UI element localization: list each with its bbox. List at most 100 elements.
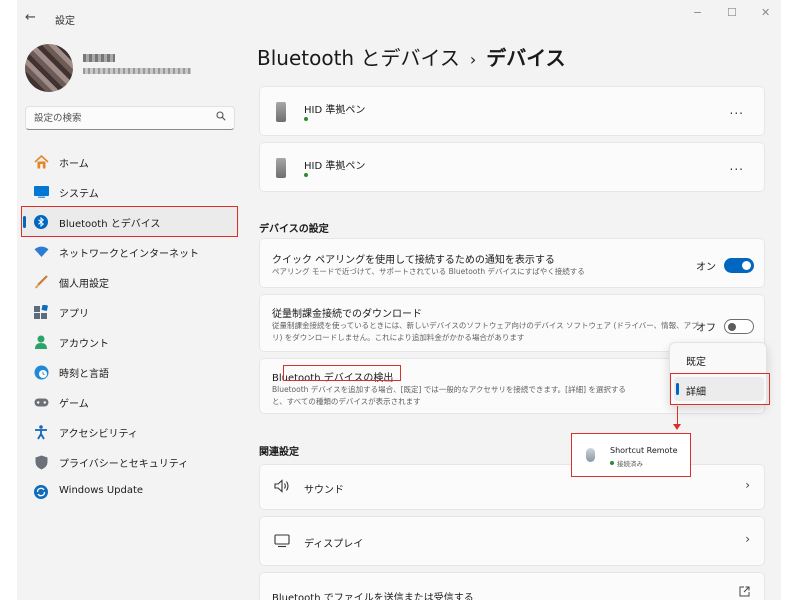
connected-dot [304, 173, 308, 177]
annotation-arrowhead [673, 424, 681, 430]
device-card[interactable]: HID 準拠ペン ... [259, 86, 765, 136]
back-button[interactable]: ← [25, 10, 36, 25]
sidebar-item-gaming[interactable]: ゲーム [21, 387, 239, 417]
connected-dot [610, 461, 614, 465]
page-title: Bluetooth とデバイス › デバイス [257, 42, 566, 71]
toggle-knob [728, 322, 736, 331]
popup-device-name: Shortcut Remote [610, 446, 678, 455]
setting-description-line2: リ) をダウンロードしません。これにより追加料金がかかる場合があります [272, 333, 525, 342]
app-title: 設定 [55, 16, 75, 27]
device-card[interactable]: HID 準拠ペン ... [259, 142, 765, 192]
accessibility-icon [33, 424, 49, 440]
chevron-right-icon: › [745, 532, 750, 546]
option-label: 既定 [686, 357, 706, 368]
maximize-button[interactable]: ☐ [727, 6, 737, 19]
setting-description: ペアリング モードで近づけて、サポートされている Bluetooth デバイスに… [272, 267, 585, 276]
sidebar-item-system[interactable]: システム [21, 177, 239, 207]
pen-device-icon [276, 102, 286, 122]
discovery-mode-dropdown[interactable]: 既定 詳細 [669, 342, 767, 406]
setting-description-line2: と、すべての種類のデバイスが表示されます [272, 397, 421, 406]
main-content: Bluetooth とデバイス › デバイス HID 準拠ペン ... HID 準拠… [257, 34, 781, 600]
section-title-device-settings: デバイスの設定 [259, 224, 329, 235]
sidebar-item-label: アクセシビリティ [59, 429, 138, 440]
breadcrumb-separator: › [469, 50, 477, 69]
related-label: ディスプレイ [304, 539, 364, 550]
sidebar-item-label: アプリ [59, 309, 89, 320]
sidebar-item-privacy-security[interactable]: プライバシーとセキュリティ [21, 447, 239, 477]
dropdown-option-advanced[interactable]: 詳細 [674, 377, 764, 401]
sidebar-item-label: アカウント [59, 339, 109, 350]
search-input[interactable] [34, 111, 204, 126]
related-bluetooth-file-transfer[interactable]: Bluetooth でファイルを送信または受信する [259, 572, 765, 600]
minimize-button[interactable]: − [693, 6, 702, 19]
settings-window: ← 設定 − ☐ ✕ ホーム システム [17, 0, 781, 600]
related-label: Bluetooth でファイルを送信または受信する [272, 593, 474, 600]
toggle-state-label: オン [696, 262, 716, 273]
metered-download-toggle[interactable] [724, 319, 754, 334]
more-options-button[interactable]: ... [730, 159, 744, 173]
gamepad-icon [33, 394, 49, 410]
setting-title: 従量制課金接続でのダウンロード [272, 309, 422, 320]
setting-description: Bluetooth デバイスを追加する場合、[既定] では一般的なアクセサリを接… [272, 385, 626, 394]
sidebar: ホーム システム Bluetooth とデバイス ネットワークとインターネッ [17, 34, 241, 600]
sidebar-item-bluetooth-devices[interactable]: Bluetooth とデバイス [21, 207, 239, 237]
bluetooth-icon [33, 214, 49, 230]
discovered-device-popup: Shortcut Remote 接続済み [571, 433, 691, 477]
annotation-arrow [677, 406, 678, 426]
section-title-related: 関連設定 [259, 447, 299, 458]
external-link-icon [739, 586, 750, 600]
sidebar-item-home[interactable]: ホーム [21, 147, 239, 177]
home-icon [33, 154, 49, 170]
more-options-button[interactable]: ... [730, 103, 744, 117]
breadcrumb-current: デバイス [486, 46, 566, 70]
network-icon [33, 244, 49, 260]
clock-globe-icon [33, 364, 49, 380]
account-icon [33, 334, 49, 350]
sidebar-item-label: システム [59, 189, 99, 200]
shield-icon [33, 454, 49, 470]
brush-icon [33, 274, 49, 290]
popup-device-status: 接続済み [617, 460, 643, 468]
sidebar-item-apps[interactable]: アプリ [21, 297, 239, 327]
search-icon[interactable] [216, 111, 226, 124]
sidebar-nav: ホーム システム Bluetooth とデバイス ネットワークとインターネット … [21, 147, 239, 507]
system-icon [33, 184, 49, 200]
mouse-icon [586, 448, 595, 462]
sidebar-item-accessibility[interactable]: アクセシビリティ [21, 417, 239, 447]
sidebar-item-network[interactable]: ネットワークとインターネット [21, 237, 239, 267]
sidebar-item-label: ネットワークとインターネット [59, 249, 199, 260]
user-name-redacted [83, 54, 115, 62]
user-email-redacted [83, 68, 191, 74]
connected-dot [304, 117, 308, 121]
device-name: HID 準拠ペン [304, 161, 366, 172]
update-icon [33, 484, 49, 500]
dropdown-option-default[interactable]: 既定 [674, 347, 764, 371]
related-label: サウンド [304, 485, 344, 496]
sidebar-item-windows-update[interactable]: Windows Update [21, 477, 239, 507]
setting-quick-pairing: クイック ペアリングを使用して接続するための通知を表示する ペアリング モードで… [259, 238, 765, 288]
titlebar: ← 設定 − ☐ ✕ [17, 0, 781, 34]
selection-indicator [676, 383, 679, 395]
sidebar-item-label: ゲーム [59, 399, 89, 410]
speaker-icon [274, 479, 290, 496]
sidebar-item-time-language[interactable]: 時刻と言語 [21, 357, 239, 387]
avatar[interactable] [25, 44, 73, 92]
search-box[interactable] [25, 106, 235, 130]
option-label: 詳細 [686, 387, 706, 398]
setting-title: クイック ペアリングを使用して接続するための通知を表示する [272, 255, 555, 266]
sidebar-item-label: 時刻と言語 [59, 369, 109, 380]
sidebar-item-personalization[interactable]: 個人用設定 [21, 267, 239, 297]
related-display[interactable]: ディスプレイ › [259, 516, 765, 566]
sidebar-item-accounts[interactable]: アカウント [21, 327, 239, 357]
sidebar-item-label: プライバシーとセキュリティ [59, 459, 189, 470]
monitor-icon [274, 534, 290, 551]
close-button[interactable]: ✕ [761, 6, 770, 19]
pen-device-icon [276, 158, 286, 178]
active-indicator [23, 216, 26, 228]
chevron-right-icon: › [745, 478, 750, 492]
quick-pairing-toggle[interactable] [724, 258, 754, 273]
sidebar-item-label: ホーム [59, 159, 89, 170]
breadcrumb-parent[interactable]: Bluetooth とデバイス [257, 46, 460, 70]
toggle-state-label: オフ [696, 323, 716, 334]
sidebar-item-label: Windows Update [59, 485, 144, 496]
